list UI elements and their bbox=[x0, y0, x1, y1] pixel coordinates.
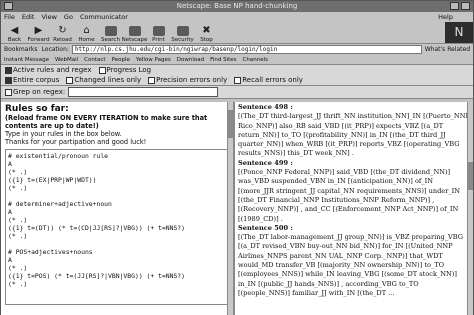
grep-checkbox[interactable] bbox=[5, 88, 12, 96]
title-bar: Netscape: Base NP hand-chunking bbox=[1, 1, 473, 12]
sentence-heading: Sentence 498 : bbox=[238, 103, 293, 111]
active-rules-checkbox[interactable] bbox=[5, 66, 12, 74]
entire-corpus-label: Entire corpus bbox=[13, 76, 60, 84]
print-button[interactable]: Print bbox=[147, 22, 170, 43]
rules-title: Rules so far: bbox=[5, 104, 69, 114]
content-frames: Rules so far: (Reload frame ON EVERY ITE… bbox=[1, 102, 473, 315]
window-title: Netscape: Base NP hand-chunking bbox=[176, 2, 298, 10]
controls-row-2: Entire corpus Changed lines only Precisi… bbox=[5, 75, 473, 85]
back-button[interactable]: ◀ Back bbox=[3, 22, 26, 44]
corpus-scrollbar[interactable] bbox=[467, 102, 473, 315]
rules-info-2: Thanks for your partipation and good luc… bbox=[5, 138, 147, 146]
netscape-logo-icon: N bbox=[445, 22, 473, 43]
bookmark-contact[interactable]: Contact bbox=[84, 57, 105, 63]
corpus-frame: Sentence 498 : [(The_DT third-largest_JJ… bbox=[235, 102, 473, 315]
minimize-icon[interactable] bbox=[450, 2, 459, 10]
whats-related-button[interactable]: What's Related bbox=[425, 46, 470, 53]
sentence-text: [(The_DT labor-management_JJ group_NN)] … bbox=[238, 233, 464, 297]
active-rules-label: Active rules and regex bbox=[13, 66, 92, 74]
search-button[interactable]: Search bbox=[99, 22, 122, 43]
netscape-icon bbox=[128, 26, 141, 36]
recall-errors-radio[interactable] bbox=[234, 76, 242, 84]
sentence-text: [(The_DT third-largest_JJ thrift_NN inst… bbox=[238, 112, 470, 158]
menu-go[interactable]: Go bbox=[64, 12, 73, 22]
controls-row-1: Active rules and regex Progress Log bbox=[5, 65, 473, 75]
bookmark-people[interactable]: People bbox=[112, 57, 130, 63]
progress-log-checkbox[interactable] bbox=[98, 66, 106, 74]
menu-bar: File Edit View Go Communicator Help bbox=[1, 12, 473, 22]
home-button[interactable]: ⌂ Home bbox=[75, 22, 98, 44]
sentence-block: Sentence 498 : [(The_DT third-largest_JJ… bbox=[238, 103, 470, 159]
forward-button[interactable]: ▶ Forward bbox=[27, 22, 50, 44]
bookmark-find-sites[interactable]: Find Sites bbox=[210, 57, 236, 63]
personal-toolbar: Instant Message WebMail Contact People Y… bbox=[1, 55, 473, 65]
security-icon bbox=[176, 26, 189, 36]
menu-view[interactable]: View bbox=[41, 12, 56, 22]
stop-button[interactable]: ✖ Stop bbox=[195, 22, 218, 44]
stop-icon: ✖ bbox=[202, 25, 211, 36]
rules-scrollbar[interactable] bbox=[227, 102, 233, 315]
changed-lines-label: Changed lines only bbox=[74, 76, 142, 84]
sentence-block: Sentence 500 : [(The_DT labor-management… bbox=[238, 224, 470, 298]
grep-row: Grep on regex: bbox=[1, 86, 473, 99]
security-button[interactable]: Security bbox=[171, 22, 194, 43]
entire-corpus-radio[interactable] bbox=[5, 76, 12, 84]
sentence-heading: Sentence 499 : bbox=[238, 158, 293, 167]
search-icon bbox=[104, 26, 117, 36]
reload-instruction-2: contents are up to date!) bbox=[5, 122, 99, 130]
window-menu-icon[interactable] bbox=[4, 2, 13, 10]
home-icon: ⌂ bbox=[83, 25, 90, 36]
browser-window: Netscape: Base NP hand-chunking File Edi… bbox=[0, 0, 474, 315]
forward-arrow-icon: ▶ bbox=[34, 25, 43, 36]
navigation-toolbar: ◀ Back ▶ Forward ↻ Reload ⌂ Home Search Nets… bbox=[1, 22, 473, 44]
reload-instruction-1: (Reload frame ON EVERY ITERATION to make… bbox=[5, 114, 208, 122]
menu-edit[interactable]: Edit bbox=[22, 12, 35, 22]
bookmark-instant-message[interactable]: Instant Message bbox=[4, 57, 49, 63]
recall-errors-label: Recall errors only bbox=[242, 76, 303, 84]
url-field[interactable]: http://nlp.cs.jhu.edu/cgi-bin/ngiwrap/ba… bbox=[71, 45, 422, 54]
changed-lines-radio[interactable] bbox=[66, 76, 74, 84]
corpus-scroll-thumb[interactable] bbox=[468, 162, 473, 190]
progress-log-label: Progress Log bbox=[106, 66, 152, 74]
netscape-button[interactable]: Netscape bbox=[122, 22, 147, 43]
menu-file[interactable]: File bbox=[4, 12, 15, 22]
view-controls: Active rules and regex Progress Log Enti… bbox=[1, 65, 473, 86]
bookmarks-button[interactable]: Bookmarks bbox=[4, 46, 38, 53]
location-label: Location: bbox=[41, 46, 69, 53]
rules-scroll-thumb[interactable] bbox=[228, 110, 233, 138]
sentence-block: Sentence 499 : [(Ponce_NNP Federal_NNP)]… bbox=[238, 159, 470, 224]
precision-errors-radio[interactable] bbox=[148, 76, 156, 84]
sentence-text: [(Ponce_NNP Federal_NNP)] said_VBD [(the… bbox=[238, 168, 461, 223]
reload-button[interactable]: ↻ Reload bbox=[51, 22, 74, 44]
maximize-icon[interactable] bbox=[461, 2, 470, 10]
menu-help[interactable]: Help bbox=[438, 12, 453, 22]
rules-textarea[interactable]: # existential/pronoun rule A (* .) ({1} … bbox=[5, 149, 229, 305]
rules-frame: Rules so far: (Reload frame ON EVERY ITE… bbox=[1, 102, 235, 315]
sentence-heading: Sentence 500 : bbox=[238, 223, 293, 232]
bookmark-channels[interactable]: Channels bbox=[243, 57, 268, 63]
location-bar: Bookmarks Location: http://nlp.cs.jhu.ed… bbox=[1, 44, 473, 55]
back-arrow-icon: ◀ bbox=[10, 25, 19, 36]
menu-communicator[interactable]: Communicator bbox=[80, 12, 128, 22]
grep-label: Grep on regex: bbox=[13, 88, 66, 96]
bookmark-webmail[interactable]: WebMail bbox=[55, 57, 78, 63]
precision-errors-label: Precision errors only bbox=[156, 76, 228, 84]
print-icon bbox=[152, 26, 165, 36]
bookmark-yellow-pages[interactable]: Yellow Pages bbox=[136, 57, 171, 63]
rules-info-1: Type in your rules in the box below. bbox=[5, 130, 122, 138]
grep-input[interactable] bbox=[68, 87, 219, 97]
reload-icon: ↻ bbox=[58, 25, 67, 36]
bookmark-download[interactable]: Download bbox=[177, 57, 204, 63]
